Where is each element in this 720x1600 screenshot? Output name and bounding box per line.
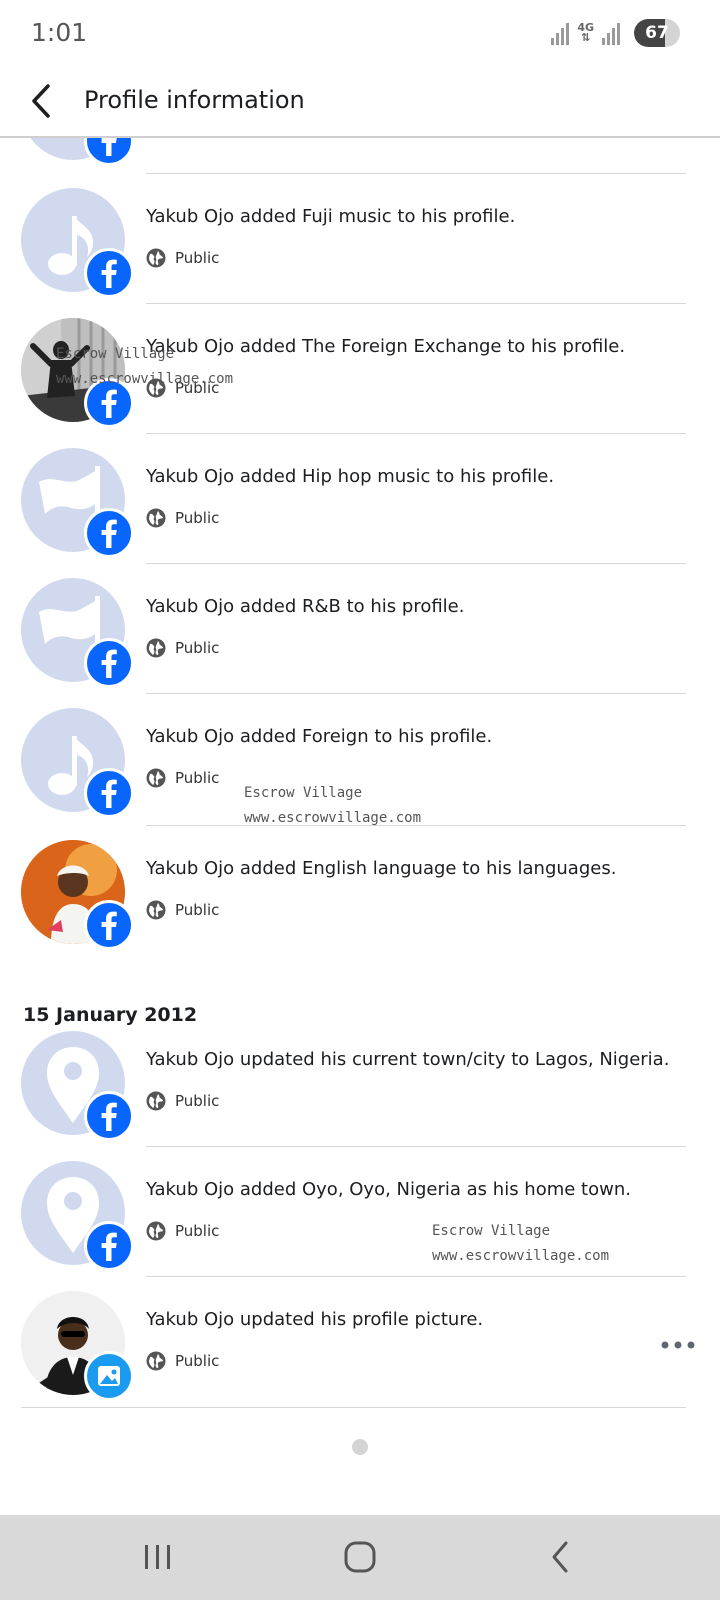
back-button[interactable] [22, 78, 68, 124]
facebook-badge [84, 768, 134, 818]
recent-apps-icon[interactable] [138, 1537, 178, 1577]
audience-label: Public [175, 1352, 220, 1370]
watermark: Escrow Village www.escrowvillage.com [432, 1219, 609, 1269]
audience-selector[interactable]: Public [146, 638, 219, 658]
audience-selector[interactable]: Public [146, 900, 219, 920]
audience-label: Public [175, 509, 220, 527]
image-icon [98, 1366, 120, 1386]
facebook-badge [84, 1091, 134, 1141]
more-options-button[interactable] [660, 1335, 696, 1355]
audience-selector[interactable]: Public [146, 768, 219, 788]
list-item[interactable]: Yakub Ojo added Oyo, Oyo, Nigeria as his… [0, 1161, 720, 1291]
watermark: Escrow Village www.escrowvillage.com [56, 342, 233, 392]
watermark-line: Escrow Village [244, 785, 363, 801]
audience-selector[interactable]: Public [146, 1351, 219, 1371]
activity-text: Yakub Ojo added Foreign to his profile. [146, 726, 493, 747]
facebook-icon [101, 649, 117, 678]
activity-text: Yakub Ojo added Hip hop music to his pro… [146, 466, 555, 487]
network-type: 4G ⇅ [577, 22, 594, 44]
audience-label: Public [175, 639, 220, 657]
app-header: Profile information [0, 66, 720, 138]
signal-icon-2 [602, 21, 620, 45]
globe-icon [146, 248, 166, 268]
facebook-badge [84, 638, 134, 688]
status-bar: 1:01 4G ⇅ 67 [0, 0, 720, 66]
activity-text: Yakub Ojo added R&B to his profile. [146, 596, 465, 617]
divider [146, 303, 686, 304]
divider [146, 1146, 686, 1147]
status-icons: 4G ⇅ 67 [551, 19, 680, 47]
status-time: 1:01 [31, 18, 88, 47]
activity-text: Yakub Ojo added Oyo, Oyo, Nigeria as his… [146, 1179, 631, 1200]
activity-text: Yakub Ojo added Fuji music to his profil… [146, 206, 516, 227]
audience-selector[interactable]: Public [146, 508, 219, 528]
list-item[interactable]: Yakub Ojo added Fuji music to his profil… [0, 188, 720, 318]
facebook-badge [84, 248, 134, 298]
audience-label: Public [175, 1222, 220, 1240]
globe-icon [146, 1221, 166, 1241]
activity-text: Yakub Ojo updated his current town/city … [146, 1049, 670, 1070]
divider [146, 693, 686, 694]
facebook-badge [84, 1221, 134, 1271]
watermark: Escrow Village www.escrowvillage.com [244, 781, 421, 831]
facebook-icon [101, 1232, 117, 1261]
facebook-badge [84, 508, 134, 558]
watermark-line: www.escrowvillage.com [244, 810, 422, 826]
globe-icon [146, 638, 166, 658]
signal-icon [551, 21, 570, 45]
audience-label: Public [175, 249, 220, 267]
globe-icon [146, 1091, 166, 1111]
back-icon[interactable] [542, 1537, 582, 1577]
facebook-icon [101, 259, 117, 288]
chevron-left-icon [32, 84, 50, 118]
list-item[interactable]: Yakub Ojo updated his profile picture. P… [0, 1291, 720, 1421]
watermark-line: Escrow Village [56, 346, 175, 362]
divider [146, 173, 686, 174]
audience-label: Public [175, 901, 220, 919]
facebook-icon [101, 138, 117, 156]
audience-label: Public [175, 769, 220, 787]
profile-picture-badge [84, 1351, 134, 1401]
audience-selector[interactable]: Public [146, 1221, 219, 1241]
list-item[interactable]: Yakub Ojo added Hip hop music to his pro… [0, 448, 720, 578]
list-item[interactable]: Yakub Ojo added R&B to his profile. Publ… [0, 578, 720, 708]
battery-percent: 67 [645, 23, 669, 43]
globe-icon [146, 768, 166, 788]
facebook-icon [101, 779, 117, 808]
activity-list[interactable]: Yakub Ojo added Fuji music to his profil… [0, 138, 720, 1515]
activity-text: Yakub Ojo updated his profile picture. [146, 1309, 484, 1330]
globe-icon [146, 900, 166, 920]
list-item[interactable]: Yakub Ojo updated his current town/city … [0, 1031, 720, 1161]
facebook-icon [101, 1102, 117, 1131]
activity-text: Yakub Ojo added English language to his … [146, 858, 617, 879]
divider [146, 433, 686, 434]
divider [146, 1276, 686, 1277]
home-icon[interactable] [340, 1537, 380, 1577]
watermark-line: www.escrowvillage.com [56, 371, 234, 387]
watermark-line: Escrow Village [432, 1223, 551, 1239]
audience-selector[interactable]: Public [146, 248, 219, 268]
watermark-line: www.escrowvillage.com [432, 1248, 610, 1264]
system-navigation-bar [0, 1515, 720, 1600]
facebook-icon [101, 519, 117, 548]
list-item[interactable]: Yakub Ojo added English language to his … [0, 840, 720, 970]
facebook-icon [101, 911, 117, 940]
more-icon [661, 1341, 695, 1349]
data-arrows-icon: ⇅ [581, 31, 591, 44]
audience-label: Public [175, 1092, 220, 1110]
loading-indicator [352, 1439, 368, 1455]
page-title: Profile information [84, 86, 305, 114]
globe-icon [146, 1351, 166, 1371]
audience-selector[interactable]: Public [146, 1091, 219, 1111]
battery-icon: 67 [634, 19, 680, 47]
date-group-header: 15 January 2012 [23, 1004, 198, 1026]
globe-icon [146, 508, 166, 528]
divider [146, 563, 686, 564]
facebook-badge [84, 900, 134, 950]
facebook-badge [84, 138, 134, 166]
divider [21, 1407, 686, 1408]
